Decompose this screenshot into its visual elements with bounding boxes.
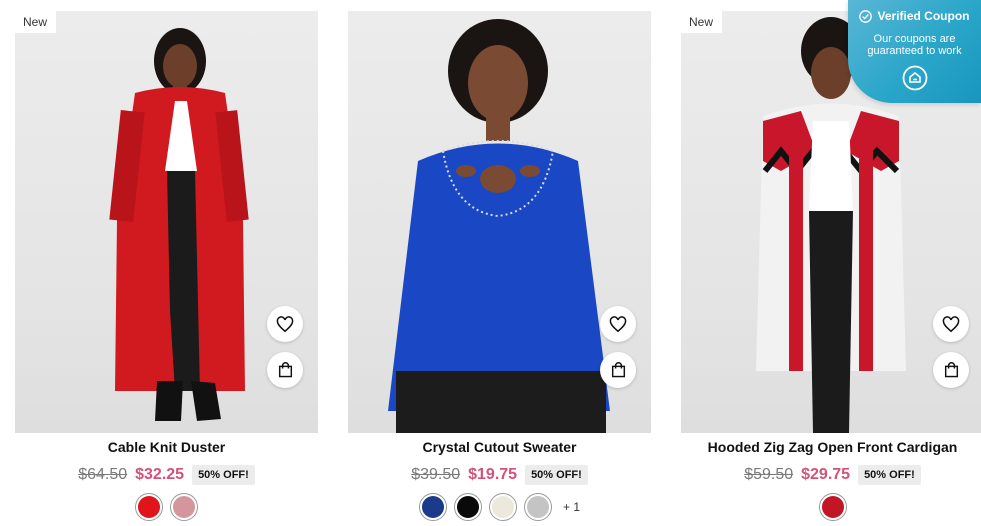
sale-price: $32.25	[135, 466, 185, 483]
color-swatches	[15, 492, 318, 522]
original-price: $64.50	[78, 466, 128, 483]
wishlist-button[interactable]	[600, 306, 636, 342]
coupon-logo-icon	[902, 65, 927, 91]
wishlist-button[interactable]	[267, 306, 303, 342]
discount-badge: 50% OFF!	[858, 465, 921, 485]
price-row: $59.50 $29.75 50% OFF!	[681, 463, 981, 487]
add-to-bag-button[interactable]	[933, 352, 969, 388]
heart-icon	[942, 315, 960, 332]
check-circle-icon	[859, 9, 873, 23]
color-swatch-grey[interactable]	[523, 493, 552, 521]
color-swatches: + 1	[348, 492, 651, 522]
verified-coupon-widget[interactable]: Verified Coupon Our coupons are guarante…	[848, 0, 981, 103]
product-title[interactable]: Cable Knit Duster	[15, 438, 318, 456]
shopping-bag-icon	[278, 362, 292, 378]
wishlist-button[interactable]	[933, 306, 969, 342]
heart-icon	[609, 315, 627, 332]
discount-badge: 50% OFF!	[192, 465, 255, 485]
price-row: $64.50 $32.25 50% OFF!	[15, 463, 318, 487]
color-swatch-red[interactable]	[818, 493, 847, 521]
sale-price: $29.75	[801, 466, 851, 483]
shopping-bag-icon	[611, 362, 625, 378]
discount-badge: 50% OFF!	[525, 465, 588, 485]
coupon-logo-button[interactable]	[902, 65, 928, 91]
coupon-subtitle: Our coupons are guaranteed to work	[867, 33, 962, 57]
add-to-bag-button[interactable]	[600, 352, 636, 388]
coupon-title: Verified Coupon	[877, 9, 970, 23]
new-badge: New	[15, 11, 57, 33]
original-price: $39.50	[411, 466, 461, 483]
add-to-bag-button[interactable]	[267, 352, 303, 388]
color-swatch-red[interactable]	[135, 493, 163, 521]
sale-price: $19.75	[468, 466, 518, 483]
product-image[interactable]: New	[15, 11, 318, 433]
original-price: $59.50	[744, 466, 794, 483]
product-image[interactable]	[348, 11, 651, 433]
new-badge: New	[681, 11, 723, 33]
color-swatches	[681, 492, 981, 522]
more-colors-count[interactable]: + 1	[563, 500, 580, 514]
color-swatch-black[interactable]	[453, 493, 482, 521]
shopping-bag-icon	[944, 362, 958, 378]
color-swatch-pink[interactable]	[170, 493, 198, 521]
heart-icon	[276, 315, 294, 332]
color-swatch-blue[interactable]	[418, 493, 447, 521]
product-title[interactable]: Crystal Cutout Sweater	[348, 438, 651, 456]
price-row: $39.50 $19.75 50% OFF!	[348, 463, 651, 487]
coupon-header: Verified Coupon	[848, 9, 981, 23]
product-card-crystal-cutout-sweater[interactable]: Crystal Cutout Sweater $39.50 $19.75 50%…	[348, 11, 651, 522]
product-card-cable-knit-duster[interactable]: New Cable Knit Duster $64.50 $32.25 50% …	[15, 11, 318, 522]
color-swatch-ivory[interactable]	[488, 493, 517, 521]
product-title[interactable]: Hooded Zig Zag Open Front Cardigan	[681, 438, 981, 456]
